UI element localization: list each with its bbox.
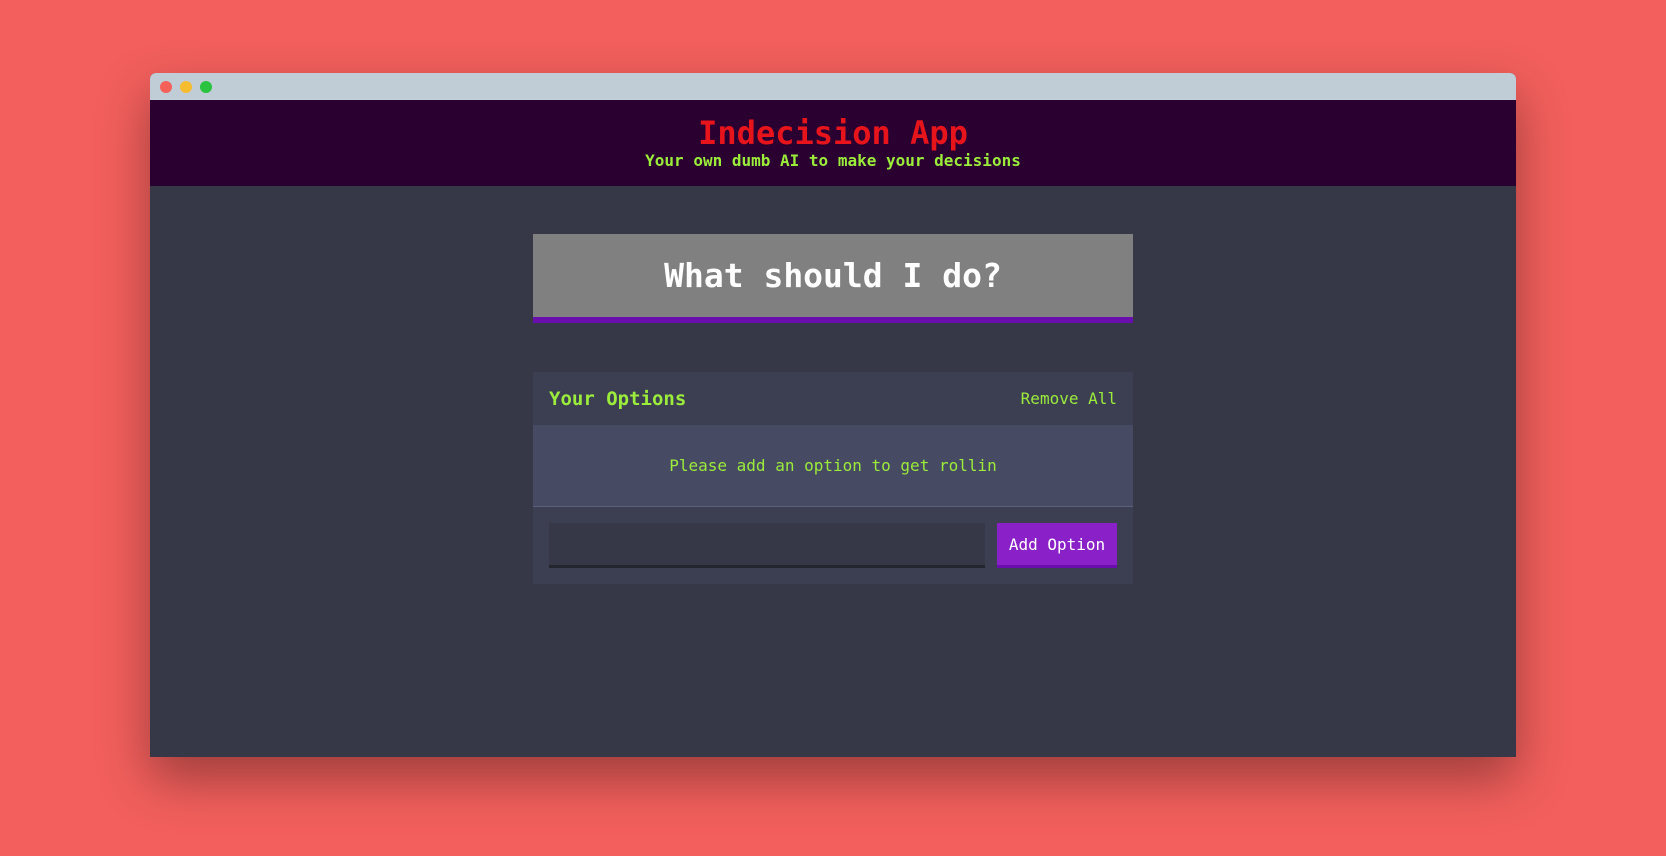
browser-window: Indecision App Your own dumb AI to make … xyxy=(150,73,1516,757)
app-title: Indecision App xyxy=(698,114,968,152)
add-option-form: Add Option xyxy=(533,507,1133,584)
empty-options-message: Please add an option to get rollin xyxy=(533,425,1133,507)
app-subtitle: Your own dumb AI to make your decisions xyxy=(645,151,1021,170)
app-header: Indecision App Your own dumb AI to make … xyxy=(150,100,1516,186)
main-content: What should I do? Your Options Remove Al… xyxy=(533,186,1133,584)
option-input[interactable] xyxy=(549,523,985,568)
add-option-button[interactable]: Add Option xyxy=(997,523,1117,568)
window-titlebar xyxy=(150,73,1516,100)
remove-all-button[interactable]: Remove All xyxy=(1021,389,1117,408)
minimize-window-icon[interactable] xyxy=(180,81,192,93)
options-header: Your Options Remove All xyxy=(533,372,1133,425)
what-should-i-do-button[interactable]: What should I do? xyxy=(533,234,1133,323)
close-window-icon[interactable] xyxy=(160,81,172,93)
options-title: Your Options xyxy=(549,387,687,410)
options-widget: Your Options Remove All Please add an op… xyxy=(533,372,1133,584)
maximize-window-icon[interactable] xyxy=(200,81,212,93)
